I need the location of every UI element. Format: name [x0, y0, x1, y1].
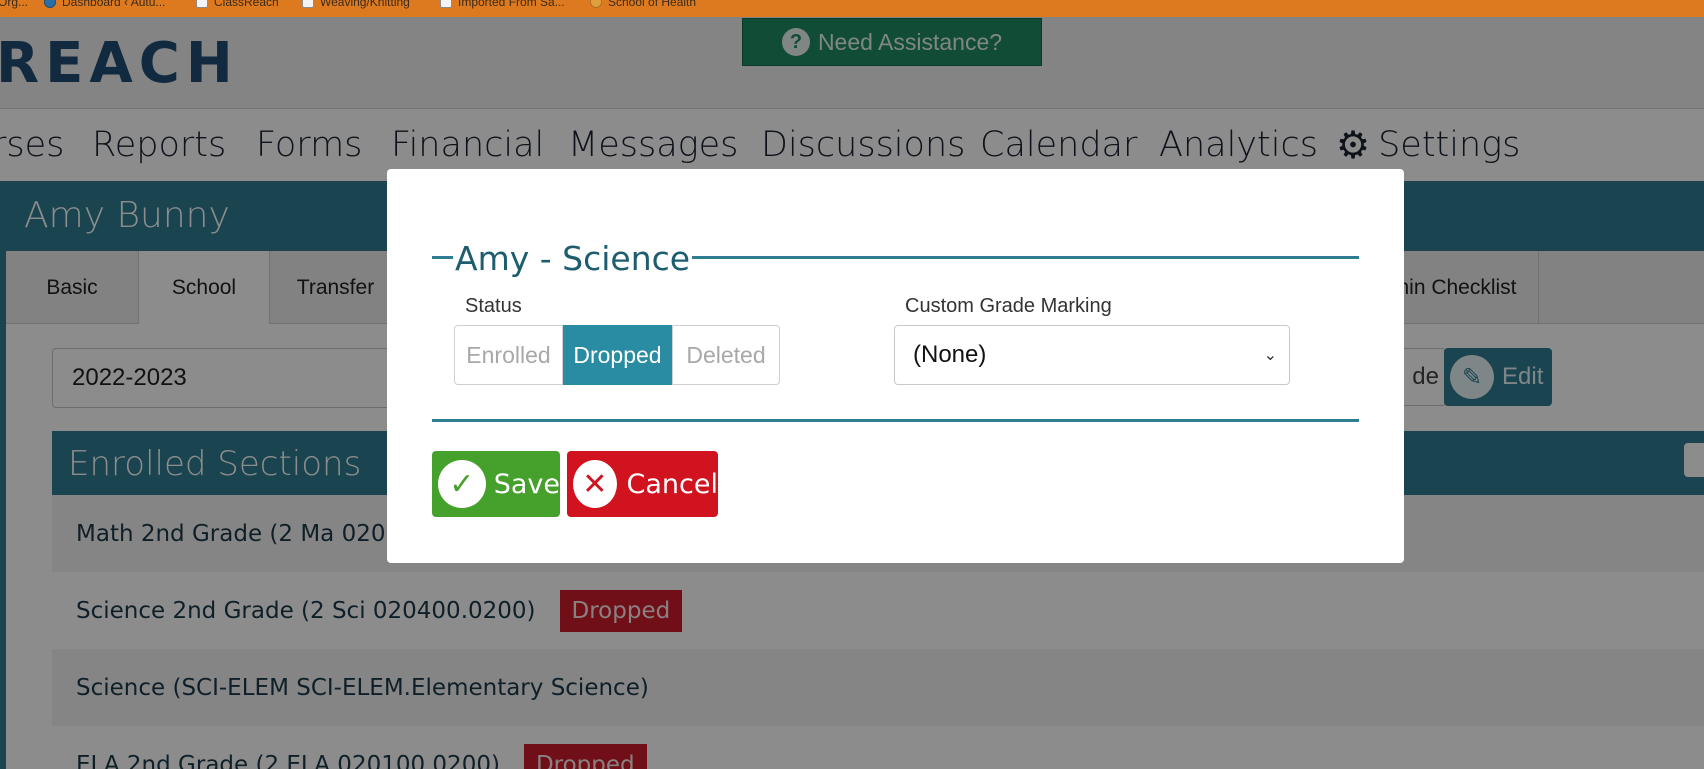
custom-grade-marking-select[interactable]: (None) ⌄ [894, 325, 1290, 385]
folder-icon [196, 0, 208, 8]
status-enrolled-button[interactable]: Enrolled [454, 325, 563, 385]
save-button[interactable]: ✓ Save [432, 451, 560, 517]
bookmark-item[interactable]: Weaving/Knitting [302, 0, 410, 9]
modal-legend: Amy - Science [453, 239, 693, 278]
status-dropped-button[interactable]: Dropped [563, 325, 672, 385]
status-segmented-control: Enrolled Dropped Deleted [454, 325, 780, 385]
chevron-down-icon: ⌄ [1263, 347, 1277, 364]
custom-grade-marking-value: (None) [913, 341, 987, 368]
school-icon [590, 0, 602, 8]
bookmark-label: Weaving/Knitting [320, 0, 410, 9]
enrollment-status-modal: Amy - Science Status Enrolled Dropped De… [387, 169, 1404, 563]
cancel-label: Cancel [626, 468, 718, 500]
bookmark-label: Imported From Sa... [458, 0, 565, 9]
folder-icon [302, 0, 314, 8]
bookmark-label: School of Health [608, 0, 697, 9]
custom-grade-marking-label: Custom Grade Marking [905, 295, 1112, 317]
close-icon: ✕ [573, 460, 617, 508]
status-deleted-button[interactable]: Deleted [672, 325, 780, 385]
folder-icon [440, 0, 452, 8]
save-label: Save [493, 468, 560, 500]
bookmark-item[interactable]: Imported From Sa... [440, 0, 565, 9]
bookmark-label: ClassReach [214, 0, 279, 9]
cancel-button[interactable]: ✕ Cancel [567, 451, 718, 517]
bookmark-label: Dashboard ‹ Autu... [62, 0, 166, 9]
bookmark-label: Org... [0, 0, 29, 9]
bookmarks-bar: Org... Dashboard ‹ Autu... ClassReach We… [0, 0, 1704, 17]
checkmark-icon: ✓ [438, 460, 486, 508]
wordpress-icon [44, 0, 56, 8]
fieldset-bottom-border [432, 419, 1359, 422]
status-label: Status [465, 295, 522, 317]
bookmark-item[interactable]: Org... [0, 0, 28, 9]
bookmark-item[interactable]: ClassReach [196, 0, 279, 9]
bookmark-item[interactable]: Dashboard ‹ Autu... [44, 0, 165, 9]
bookmark-item[interactable]: School of Health [590, 0, 696, 9]
